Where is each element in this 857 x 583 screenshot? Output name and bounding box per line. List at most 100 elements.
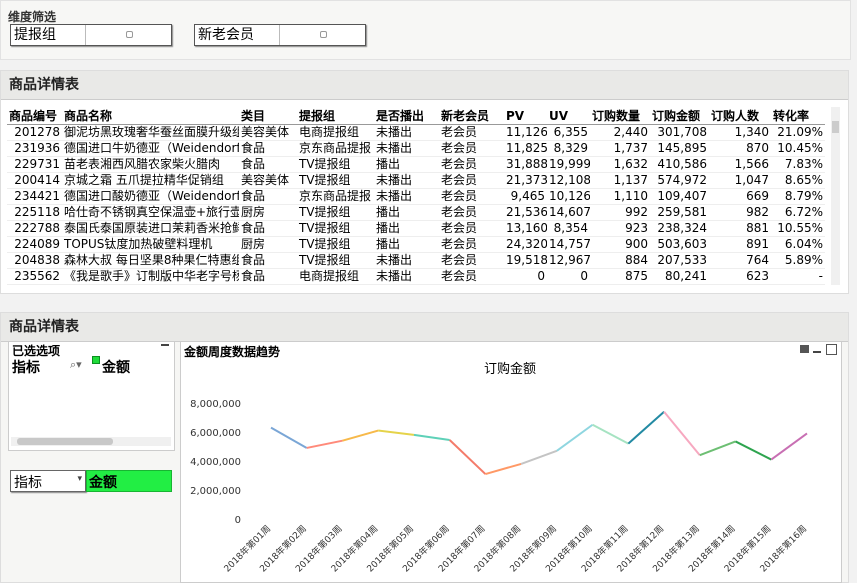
column-header[interactable]: 是否播出 [374,107,439,125]
series-segment [520,449,558,465]
table-row[interactable]: 224089 TOPUS钛度加热破壁料理机 厨房 TV提报组 播出 老会员 24,320 14… [7,236,825,253]
table-cell: 食品 [239,252,297,269]
table-cell: 870 [709,140,771,157]
table-cell: 1,137 [590,172,650,189]
series-segment [592,423,629,445]
column-header[interactable]: 订购人数 [709,107,771,125]
table-cell: 1,110 [590,188,650,205]
column-header[interactable]: 商品编号 [7,107,62,125]
table-cell: 12,108 [547,172,590,189]
table-row[interactable]: 204838 森林大叔 每日坚果8种果仁特惠组 食品 TV提报组 未播出 老会员 19,51… [7,252,825,269]
table-cell: 992 [590,204,650,221]
column-header[interactable]: 提报组 [297,107,374,125]
series-segment [699,440,736,457]
table-cell: 109,407 [650,188,709,205]
table-cell: TV提报组 [297,172,374,189]
table-cell: 11,126 [504,124,547,141]
table-row[interactable]: 225118 哈仕奇不锈钢真空保温壶+旅行壶 厨房 TV提报组 播出 老会员 21,536 1… [7,204,825,221]
table-cell: 7.83% [771,156,825,173]
table-scrollbar[interactable] [831,107,840,285]
table-cell: 14,757 [547,236,590,253]
minimize-icon[interactable] [161,344,169,346]
detail-table: 商品编号 商品名称 类目 提报组 是否播出 新老会员 PV UV 订购数量 订购金额 订购人数 转化率… [7,107,825,285]
table-cell: TV提报组 [297,156,374,173]
table-row[interactable]: 222788 泰国氏泰国原装进口茉莉香米抢鲜 食品 TV提报组 播出 老会员 13,160 8… [7,220,825,237]
selected-hscroll[interactable] [11,437,171,446]
table-row[interactable]: 231936 德国进口牛奶德亚（Weidendorf 食品 京东商品提报 未播出 老会员 1… [7,140,825,157]
table-cell: 德国进口酸奶德亚（Weidendorf [62,188,239,205]
table-row[interactable]: 234421 德国进口酸奶德亚（Weidendorf 食品 京东商品提报 未播出 老会员 9… [7,188,825,205]
table-cell: 8.79% [771,188,825,205]
filter-combo-member[interactable]: 新老会员 [194,24,366,46]
column-header[interactable]: 新老会员 [439,107,504,125]
table-cell: 未播出 [374,252,439,269]
table-cell: 0 [547,268,590,285]
table-cell: 1,632 [590,156,650,173]
indicator-value-cell[interactable]: 金额 [86,470,172,492]
table-body: 201278 御泥坊黑玫瑰奢华蚕丝面膜升级组 美容美体 电商提报组 未播出 老会员 11,1… [7,124,825,285]
chart-panel-title: 商品详情表 [1,313,848,342]
table-row[interactable]: 229731 苗老表湘西风腊农家柴火腊肉 食品 TV提报组 播出 老会员 31,888 19,… [7,156,825,173]
column-header[interactable]: 订购金额 [650,107,709,125]
table-cell: 1,737 [590,140,650,157]
table-cell: TV提报组 [297,236,374,253]
table-cell: 未播出 [374,172,439,189]
table-cell: 301,708 [650,124,709,141]
table-scrollbar-thumb[interactable] [832,121,839,133]
table-row[interactable]: 200414 京城之霜 五爪提拉精华促销组 美容美体 TV提报组 未播出 老会员 21,37… [7,172,825,189]
maximize-icon[interactable] [826,344,837,355]
minimize-icon[interactable] [813,351,821,353]
y-tick-label: 0 [235,515,241,526]
filter-title: 维度筛选 [8,10,57,24]
table-row[interactable]: 201278 御泥坊黑玫瑰奢华蚕丝面膜升级组 美容美体 电商提报组 未播出 老会员 11,1… [7,124,825,141]
search-icon[interactable]: ⌕▾ [70,358,82,372]
table-cell: 京东商品提报 [297,188,374,205]
table-cell: 1,340 [709,124,771,141]
column-header[interactable]: UV [547,107,590,125]
filter-combo-member-value[interactable] [280,25,365,45]
table-cell: 食品 [239,156,297,173]
table-cell: 21.09% [771,124,825,141]
detail-table-title: 商品详情表 [1,71,848,100]
table-cell: 222788 [7,220,62,237]
table-cell: 207,533 [650,252,709,269]
selected-indicator-value: 金额 [102,360,130,376]
series-segment [413,433,450,441]
table-header-row: 商品编号 商品名称 类目 提报组 是否播出 新老会员 PV UV 订购数量 订购金额 订购人数 转化率 [7,107,825,125]
detail-table-panel: 商品详情表 商品编号 商品名称 类目 提报组 是否播出 新老会员 PV UV 订购数量 订购金额订… [0,70,849,294]
filter-combo-group-value[interactable] [86,25,171,45]
filter-combo-group[interactable]: 提报组 [10,24,172,46]
table-row[interactable]: 235562 《我是歌手》订制版中华老字号杨 食品 电商提报组 未播出 老会员 0 0 875 8… [7,268,825,285]
table-cell: 224089 [7,236,62,253]
column-header[interactable]: PV [504,107,547,125]
indicator-combo[interactable]: 指标 ▾ [10,470,86,492]
table-cell: 19,999 [547,156,590,173]
table-cell: 美容美体 [239,124,297,141]
table-cell: 982 [709,204,771,221]
table-cell: 881 [709,220,771,237]
column-header[interactable]: 转化率 [771,107,825,125]
selected-marker-icon [92,356,100,364]
table-cell: 电商提报组 [297,268,374,285]
series-segment [306,439,343,449]
table-cell: 未播出 [374,268,439,285]
column-header[interactable]: 订购数量 [590,107,650,125]
table-cell: 哈仕奇不锈钢真空保温壶+旅行壶 [62,204,239,221]
table-cell: 苗老表湘西风腊农家柴火腊肉 [62,156,239,173]
table-cell: 电商提报组 [297,124,374,141]
column-header[interactable]: 商品名称 [62,107,239,125]
table-cell: 884 [590,252,650,269]
table-cell: 891 [709,236,771,253]
table-cell: 10,126 [547,188,590,205]
chevron-down-icon[interactable]: ▾ [77,474,82,484]
chart-title: 订购金额 [484,361,536,377]
table-cell: 老会员 [439,252,504,269]
export-icon[interactable] [800,345,809,353]
table-cell: 老会员 [439,220,504,237]
table-cell: 145,895 [650,140,709,157]
selected-hscroll-thumb[interactable] [17,438,113,445]
table-cell: 80,241 [650,268,709,285]
series-segment [627,410,665,445]
series-segment [485,462,522,476]
column-header[interactable]: 类目 [239,107,297,125]
